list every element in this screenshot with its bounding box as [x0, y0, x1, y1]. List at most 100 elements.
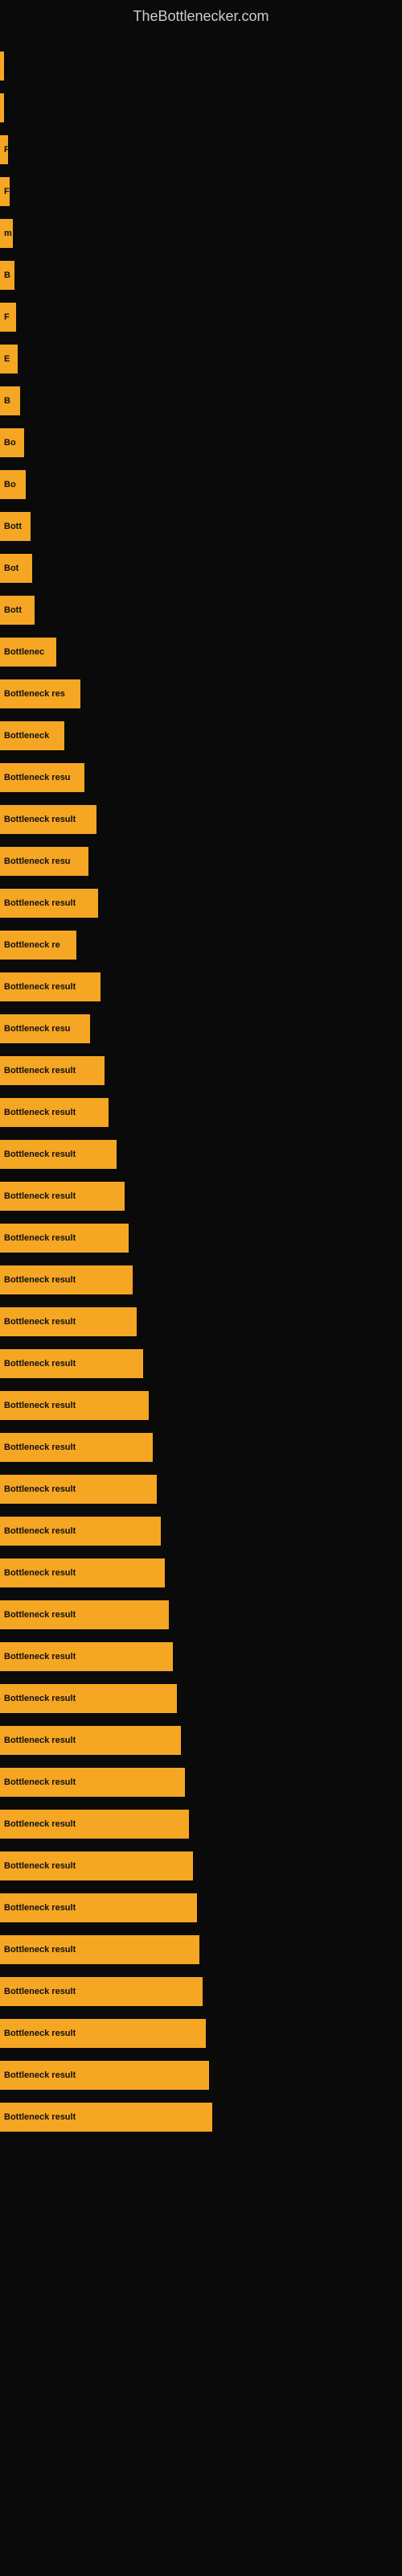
- bar: Bottleneck result: [0, 1433, 153, 1462]
- bar-label: Bottleneck result: [4, 1610, 76, 1620]
- bar-label: Bottleneck res: [4, 689, 65, 699]
- bar-label: Bo: [4, 480, 16, 489]
- bar-row: Bottleneck result: [0, 1343, 402, 1385]
- bar: Bottleneck result: [0, 1810, 189, 1839]
- bar-row: Bottleneck result: [0, 1385, 402, 1426]
- bar-label: Bottleneck result: [4, 1945, 76, 1955]
- bar-row: Bo: [0, 422, 402, 464]
- bar-row: Bottleneck result: [0, 1510, 402, 1552]
- bar-label: Bottleneck result: [4, 982, 76, 992]
- bar-row: F: [0, 129, 402, 171]
- bar-row: Bottleneck result: [0, 1719, 402, 1761]
- bar: Bottleneck result: [0, 1726, 181, 1755]
- bar: Bottleneck result: [0, 1140, 117, 1169]
- bar: Bottleneck result: [0, 1475, 157, 1504]
- bar: Bottleneck: [0, 721, 64, 750]
- bar-label: Bottleneck result: [4, 1819, 76, 1829]
- bar: Bottleneck result: [0, 1265, 133, 1294]
- bar-row: Bottleneck result: [0, 1301, 402, 1343]
- bar-row: Bottleneck result: [0, 1887, 402, 1929]
- bar-row: Bo: [0, 464, 402, 506]
- bar-label: F: [4, 312, 10, 322]
- bar-row: Bott: [0, 589, 402, 631]
- bar-row: Bottleneck result: [0, 1050, 402, 1092]
- bar-row: Bottleneck result: [0, 2013, 402, 2054]
- bar: Bottleneck result: [0, 1307, 137, 1336]
- bar-row: Bottleneck result: [0, 1175, 402, 1217]
- bar-label: Bottleneck result: [4, 1484, 76, 1494]
- bar-label: F: [4, 145, 8, 155]
- bar-label: Bottleneck result: [4, 898, 76, 908]
- bar-label: Bottleneck result: [4, 1861, 76, 1871]
- bar-label: B: [4, 396, 10, 406]
- bar-row: Bottleneck resu: [0, 840, 402, 882]
- bar: Bottleneck result: [0, 1391, 149, 1420]
- bar-row: Bottleneck re: [0, 924, 402, 966]
- bar: F: [0, 135, 8, 164]
- bar-label: Bottleneck result: [4, 1317, 76, 1327]
- bar: Bottleneck result: [0, 1642, 173, 1671]
- bar-label: F: [4, 187, 10, 196]
- bar-label: Bottleneck result: [4, 1191, 76, 1201]
- bar: Bottleneck result: [0, 2019, 206, 2048]
- bar: B: [0, 261, 14, 290]
- bar-row: Bottleneck result: [0, 1552, 402, 1594]
- bar-label: Bottleneck result: [4, 1987, 76, 1996]
- bar: Bot: [0, 554, 32, 583]
- bar: [0, 52, 4, 80]
- bar: Bottleneck result: [0, 1182, 125, 1211]
- bar-label: Bottleneck result: [4, 1066, 76, 1075]
- bar-row: Bottleneck result: [0, 1636, 402, 1678]
- bar-label: Bottleneck result: [4, 1777, 76, 1787]
- bar: B: [0, 386, 20, 415]
- bar-label: Bottleneck: [4, 731, 49, 741]
- bar-row: Bottleneck result: [0, 1426, 402, 1468]
- bar-label: Bott: [4, 522, 22, 531]
- bar: Bottleneck res: [0, 679, 80, 708]
- bar: Bottleneck result: [0, 1517, 161, 1546]
- bar-label: Bottleneck result: [4, 2029, 76, 2038]
- bar-row: Bott: [0, 506, 402, 547]
- bar: Bottleneck resu: [0, 847, 88, 876]
- bar-row: B: [0, 380, 402, 422]
- bar-row: B: [0, 254, 402, 296]
- bar-label: m: [4, 229, 12, 238]
- bar-row: Bottlenec: [0, 631, 402, 673]
- bar: E: [0, 345, 18, 374]
- bar-label: Bo: [4, 438, 16, 448]
- bar-row: Bottleneck result: [0, 1468, 402, 1510]
- bar-label: Bottleneck result: [4, 1401, 76, 1410]
- bar-row: Bottleneck res: [0, 673, 402, 715]
- bar-label: Bot: [4, 564, 18, 573]
- bar: Bott: [0, 596, 35, 625]
- bars-container: F Fm B F E B Bo Bo Bott Bot Bott Bottlenec Bottlenec…: [0, 37, 402, 2146]
- bar: Bottleneck result: [0, 1768, 185, 1797]
- site-title: TheBottlenecker.com: [0, 0, 402, 37]
- bar: Bottleneck result: [0, 1977, 203, 2006]
- bar: Bottleneck result: [0, 2061, 209, 2090]
- bar-label: E: [4, 354, 10, 364]
- bar-label: Bottleneck result: [4, 1652, 76, 1662]
- bar-label: Bottleneck result: [4, 1443, 76, 1452]
- bar: Bottleneck re: [0, 931, 76, 960]
- bar-row: Bottleneck result: [0, 2096, 402, 2138]
- bar: Bottleneck result: [0, 1852, 193, 1880]
- bar: m: [0, 219, 13, 248]
- bar: Bottleneck result: [0, 1893, 197, 1922]
- bar: Bottleneck result: [0, 1349, 143, 1378]
- bar-label: Bottleneck result: [4, 1526, 76, 1536]
- bar-label: Bottleneck result: [4, 2112, 76, 2122]
- bar-label: Bottleneck result: [4, 1736, 76, 1745]
- bar-row: Bottleneck result: [0, 882, 402, 924]
- bar-label: Bottleneck resu: [4, 857, 71, 866]
- bar: Bottleneck result: [0, 2103, 212, 2132]
- bar-label: Bottleneck result: [4, 1275, 76, 1285]
- bar-label: Bottleneck result: [4, 1359, 76, 1368]
- bar-row: Bottleneck result: [0, 2054, 402, 2096]
- bar-row: E: [0, 338, 402, 380]
- bar-row: Bottleneck resu: [0, 1008, 402, 1050]
- bar: Bottleneck result: [0, 1224, 129, 1253]
- bar: Bottlenec: [0, 638, 56, 667]
- bar: Bottleneck result: [0, 1056, 105, 1085]
- bar-row: Bottleneck result: [0, 799, 402, 840]
